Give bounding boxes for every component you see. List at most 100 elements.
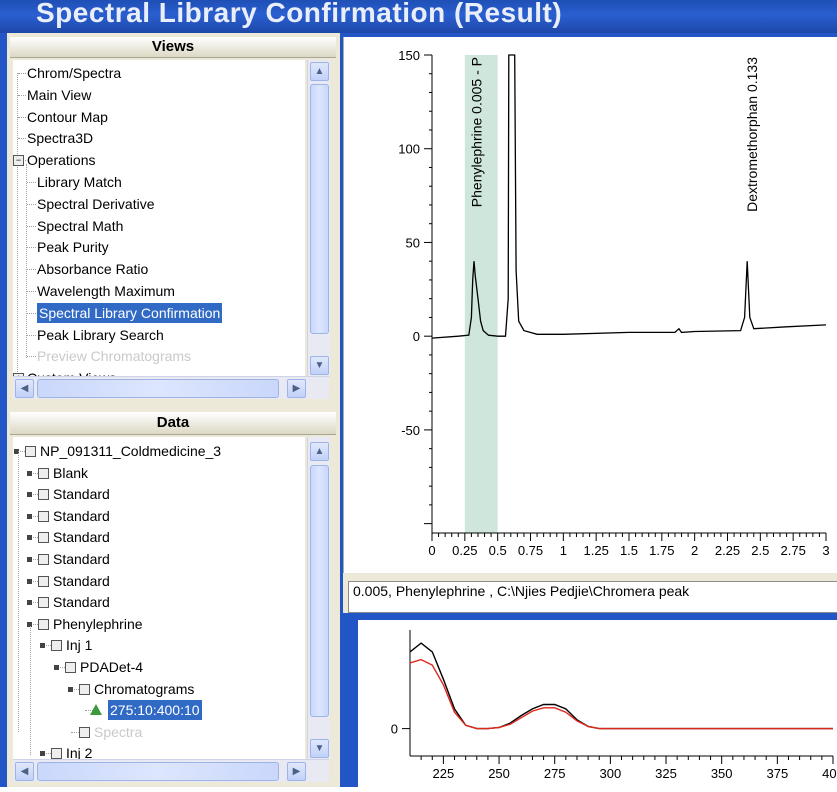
scroll-up-icon[interactable]: ▲ [310, 442, 329, 461]
sample-spectrum-line [409, 642, 833, 730]
data-horizontal-scrollbar[interactable]: ◀ ▶ [13, 759, 329, 782]
expander-icon[interactable] [27, 578, 32, 584]
data-vertical-scrollbar[interactable]: ▲ ▼ [307, 437, 330, 759]
node-box-icon [79, 683, 90, 695]
scroll-down-icon[interactable]: ▼ [310, 356, 329, 375]
views-item[interactable]: Library Match [37, 172, 122, 192]
spectrum-panel[interactable]: 0 225 250 275 300 325 350 375 400 [358, 620, 837, 787]
data-item[interactable]: Standard [53, 506, 110, 526]
views-item[interactable]: Custom Views [27, 368, 116, 376]
x-tick-label: 2.25 [715, 543, 740, 558]
expander-icon[interactable] [40, 643, 45, 649]
expander-icon[interactable] [27, 535, 32, 541]
views-item[interactable]: Preview Chromatograms [37, 346, 191, 366]
data-item[interactable]: Inj 2 [66, 743, 92, 759]
views-item[interactable]: Contour Map [27, 107, 108, 127]
views-item[interactable]: Main View [27, 85, 91, 105]
node-box-icon [51, 748, 62, 759]
scroll-thumb[interactable] [310, 465, 329, 717]
expander-icon[interactable] [27, 557, 32, 562]
x-tick-label: 0.25 [452, 543, 477, 558]
data-item[interactable]: Blank [53, 463, 88, 483]
data-item[interactable]: Standard [53, 592, 110, 612]
node-box-icon [38, 575, 49, 587]
x-tick-label: 2 [691, 543, 698, 558]
scroll-thumb[interactable] [37, 762, 279, 781]
views-item[interactable]: Peak Library Search [37, 325, 164, 345]
data-item[interactable]: 275:10:400:10 [108, 700, 202, 721]
scroll-up-icon[interactable]: ▲ [310, 62, 329, 81]
tree-connector [27, 182, 36, 183]
node-box-icon [38, 467, 49, 479]
window-title: Spectral Library Confirmation (Result) [36, 0, 563, 28]
x-tick-label: 300 [600, 766, 622, 781]
data-item[interactable]: Standard [53, 484, 110, 504]
x-tick-label: 0 [428, 543, 435, 558]
data-item[interactable]: NP_091311_Coldmedicine_3 [40, 441, 221, 461]
expander-icon[interactable]: − [13, 155, 24, 167]
x-tick-label: 225 [433, 766, 455, 781]
info-bar: 0.005, Phenylephrine , C:\Njies Pedjie\C… [343, 573, 837, 613]
node-box-icon [38, 618, 49, 630]
views-tree[interactable]: Chrom/Spectra Main View Contour Map Spectra… [13, 60, 305, 376]
views-item[interactable]: Spectral Derivative [37, 194, 155, 214]
data-item[interactable]: Spectra [94, 722, 142, 742]
x-tick-label: 325 [655, 766, 677, 781]
data-item[interactable]: Phenylephrine [53, 614, 143, 634]
chromatogram-panel[interactable]: 150 100 50 0 -50 0 0.25 0.5 0.75 1 1.25 1.5 1.75 2 2.2… [343, 37, 837, 573]
x-tick-label: 1.75 [649, 543, 674, 558]
tree-guide [18, 451, 19, 732]
expander-icon[interactable] [27, 492, 32, 498]
x-tick-label: 275 [544, 766, 566, 781]
views-item[interactable]: Peak Purity [37, 237, 109, 257]
tree-connector [27, 291, 36, 292]
y-tick-label: -50 [401, 423, 420, 438]
expander-icon[interactable] [54, 665, 59, 670]
views-horizontal-scrollbar[interactable]: ◀ ▶ [13, 376, 329, 399]
y-tick-label: 0 [391, 722, 398, 737]
expander-icon[interactable] [27, 600, 32, 606]
scroll-thumb[interactable] [310, 84, 329, 334]
x-tick-label: 375 [766, 766, 788, 781]
node-box-icon [38, 597, 49, 609]
tree-connector [27, 312, 36, 314]
views-item[interactable]: Spectra3D [27, 128, 93, 148]
data-tree[interactable]: NP_091311_Coldmedicine_3 Blank Standard Sta… [13, 437, 305, 759]
scroll-down-icon[interactable]: ▼ [310, 739, 329, 758]
node-box-icon [38, 532, 49, 544]
views-item[interactable]: Chrom/Spectra [27, 63, 121, 83]
scroll-thumb[interactable] [37, 379, 279, 398]
tree-connector [27, 203, 36, 205]
data-item[interactable]: Standard [53, 571, 110, 591]
tree-guide [26, 164, 27, 359]
x-tick-label: 0.5 [489, 543, 507, 558]
tree-connector [18, 94, 26, 96]
tree-connector [27, 247, 36, 249]
views-vertical-scrollbar[interactable]: ▲ ▼ [307, 60, 330, 376]
views-item[interactable]: Wavelength Maximum [37, 281, 175, 301]
y-tick-label: 100 [398, 142, 420, 157]
tree-connector [27, 225, 36, 227]
data-item[interactable]: Standard [53, 549, 110, 569]
expander-icon[interactable] [27, 513, 32, 519]
data-item[interactable]: Chromatograms [94, 679, 194, 699]
data-item[interactable]: PDADet-4 [80, 657, 143, 677]
data-item[interactable]: Standard [53, 527, 110, 547]
y-tick-label: 0 [413, 329, 420, 344]
scroll-left-icon[interactable]: ◀ [15, 762, 34, 781]
data-item[interactable]: Inj 1 [66, 635, 92, 655]
scroll-right-icon[interactable]: ▶ [287, 379, 306, 398]
views-item[interactable]: Operations [27, 150, 95, 170]
expander-icon[interactable] [40, 751, 45, 757]
spectrum-chart: 0 225 250 275 300 325 350 375 400 [391, 630, 837, 781]
expander-icon[interactable] [68, 686, 73, 692]
views-item[interactable]: Spectral Math [37, 216, 123, 236]
views-item[interactable]: Spectral Library Confirmation [37, 302, 223, 323]
scroll-left-icon[interactable]: ◀ [15, 379, 34, 398]
tree-connector [27, 334, 36, 336]
tree-connector [18, 73, 26, 74]
views-item[interactable]: Absorbance Ratio [37, 259, 148, 279]
expander-icon[interactable] [27, 470, 32, 476]
chromatogram-chart: 150 100 50 0 -50 0 0.25 0.5 0.75 1 1.25 1.5 1.75 2 2.2… [398, 48, 829, 558]
scroll-right-icon[interactable]: ▶ [287, 762, 306, 781]
